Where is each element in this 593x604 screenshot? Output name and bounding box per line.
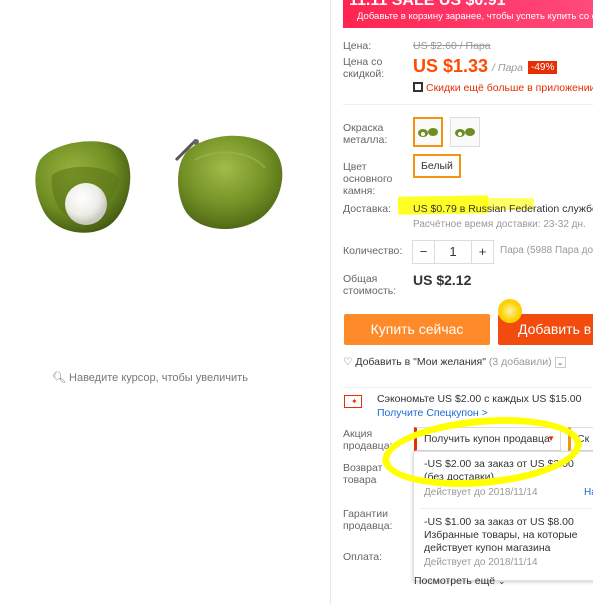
divider: [330, 0, 331, 604]
quantity-label: Количество:: [343, 245, 403, 257]
quantity-increment-button[interactable]: +: [471, 241, 493, 263]
stone-color-label: Цвет основного камня:: [343, 161, 393, 197]
magnifier-icon: 🔍︎: [52, 372, 67, 384]
wishlist-count: (3 добавили): [488, 356, 552, 368]
buy-now-button[interactable]: Купить сейчас: [344, 314, 490, 345]
banner-subtitle: Добавьте в корзину заранее, чтобы успеть…: [357, 11, 593, 22]
discount-price: US $1.33: [413, 56, 489, 76]
payment-label: Оплата:: [343, 551, 383, 563]
zoom-hint: 🔍︎ Наведите курсор, чтобы увеличить: [52, 372, 248, 384]
stone-option-white[interactable]: Белый: [413, 154, 461, 178]
wishlist-label: Добавить в "Мои желания": [355, 356, 486, 368]
coupon-text: Сэкономьте US $2.00 с каждых US $15.00: [377, 393, 582, 405]
coupon-get-link[interactable]: На: [584, 487, 593, 498]
chevron-down-icon: ⌄: [498, 576, 506, 586]
discount-badge: -49%: [528, 61, 558, 74]
shipping-info[interactable]: US $0.79 в Russian Federation службой: [413, 203, 593, 215]
discount-price-label: Цена со скидкой:: [343, 56, 385, 80]
heart-icon: ♡: [343, 356, 353, 368]
app-promo[interactable]: Скидки ещё больше в приложении: [413, 82, 593, 94]
sale-banner[interactable]: 11.11 SALE US $0.91 Добавьте в корзину з…: [343, 0, 593, 28]
quantity-input[interactable]: 1: [435, 241, 471, 263]
divider: [343, 104, 593, 105]
coupon-option[interactable]: -US $1.00 за заказ от US $8.00 Избранные…: [424, 516, 589, 568]
guarantee-label: Гарантии продавца:: [343, 508, 393, 532]
banner-title: 11.11 SALE US $0.91: [349, 0, 506, 9]
stock-info: Пара (5988 Пара досту: [500, 245, 593, 256]
metal-swatch-selected[interactable]: [413, 117, 443, 147]
price-label: Цена:: [343, 40, 372, 52]
earring-thumb-icon: [418, 128, 438, 137]
chevron-down-icon[interactable]: ⌄: [554, 357, 566, 368]
total-label: Общая стоимость:: [343, 273, 397, 297]
earrings-illustration: [35, 135, 283, 233]
old-price: US $2.60 / Пара: [413, 40, 491, 52]
product-image[interactable]: [0, 0, 330, 368]
price-unit: / Пара: [492, 62, 523, 74]
total-value: US $2.12: [413, 272, 472, 288]
divider: [420, 508, 592, 509]
coupon-icon: ✦: [344, 395, 362, 408]
wishlist-link[interactable]: ♡ Добавить в "Мои желания" (3 добавили) …: [343, 356, 566, 368]
metal-color-label: Окраска металла:: [343, 122, 388, 146]
earring-thumb-icon: [455, 128, 475, 137]
quantity-stepper[interactable]: − 1 +: [412, 240, 494, 264]
shipping-label: Доставка:: [343, 203, 392, 215]
coupon-link[interactable]: Получите Спецкупон >: [377, 407, 488, 419]
qr-code-icon: [413, 82, 423, 92]
quantity-decrement-button[interactable]: −: [413, 241, 435, 263]
coin-icon: [498, 299, 522, 323]
show-more-link[interactable]: Посмотреть ещё ⌄: [414, 575, 506, 587]
shipping-eta: Расчётное время доставки: 23-32 дн.: [413, 219, 586, 230]
metal-swatch[interactable]: [450, 117, 480, 147]
